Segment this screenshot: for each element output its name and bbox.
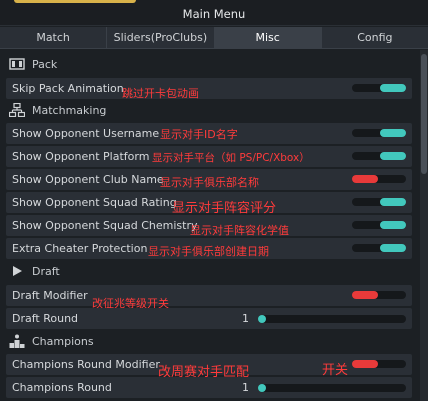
annotation-note: 显示对手阵容化学值 <box>190 224 289 237</box>
toggle-switch[interactable] <box>352 84 406 92</box>
toggle-knob <box>352 291 378 299</box>
toggle-switch[interactable] <box>352 360 406 368</box>
toggle-switch[interactable] <box>352 198 406 206</box>
row-skip-pack-animation[interactable]: Skip Pack Animation <box>6 78 412 99</box>
title-accent <box>14 0 136 3</box>
toggle-knob <box>380 129 406 137</box>
row-label: Champions Round <box>12 381 112 394</box>
toggle-knob <box>380 84 406 92</box>
row-label: Champions Round Modifier <box>12 358 160 371</box>
title-bar: Main Menu <box>0 0 428 26</box>
toggle-knob <box>352 175 378 183</box>
settings-panel: Pack Skip Pack Animation 跳过开卡包动画 Matchma… <box>0 50 420 401</box>
toggle-knob <box>380 221 406 229</box>
toggle-knob <box>380 152 406 160</box>
scrollbar[interactable] <box>420 50 428 401</box>
annotation-note: 显示对手平台（如 PS/PC/Xbox） <box>152 152 310 164</box>
tab-config[interactable]: Config <box>322 27 428 48</box>
annotation-note: 显示对手ID名字 <box>160 128 238 141</box>
row-draft-modifier[interactable]: Draft Modifier <box>6 285 412 306</box>
network-icon <box>8 103 26 117</box>
tab-match[interactable]: Match <box>0 27 108 48</box>
row-champions-round[interactable]: Champions Round 1 <box>6 377 412 398</box>
section-title: Draft <box>32 264 60 278</box>
champions-round-slider[interactable] <box>258 384 406 392</box>
slider-value: 1 <box>242 312 249 325</box>
section-title: Champions <box>32 334 94 348</box>
window-title: Main Menu <box>182 7 246 21</box>
toggle-knob <box>380 244 406 252</box>
scrollbar-thumb[interactable] <box>421 54 427 174</box>
toggle-knob <box>380 198 406 206</box>
section-pack: Pack <box>8 53 418 75</box>
tab-misc[interactable]: Misc <box>214 27 322 48</box>
slider-value: 1 <box>242 381 249 394</box>
slider-handle[interactable] <box>258 384 266 392</box>
tab-sliders[interactable]: Sliders(ProClubs) <box>107 27 215 48</box>
row-label: Skip Pack Animation <box>12 82 124 95</box>
annotation-note: 显示对手阵容评分 <box>172 201 277 216</box>
row-label: Draft Round <box>12 312 79 325</box>
toggle-switch[interactable] <box>352 221 406 229</box>
draft-round-slider[interactable] <box>258 315 406 323</box>
section-title: Matchmaking <box>32 103 107 117</box>
toggle-switch[interactable] <box>352 291 406 299</box>
section-champions: Champions <box>8 330 418 352</box>
play-icon <box>8 264 26 278</box>
row-label: Draft Modifier <box>12 289 88 302</box>
row-label: Show Opponent Username <box>12 127 160 140</box>
toggle-switch[interactable] <box>352 129 406 137</box>
section-title: Pack <box>32 57 58 71</box>
row-label: Show Opponent Squad Chemistry <box>12 219 198 232</box>
toggle-switch[interactable] <box>352 175 406 183</box>
annotation-note-switch: 开关 <box>322 363 349 378</box>
section-matchmaking: Matchmaking <box>8 99 418 121</box>
slider-handle[interactable] <box>258 315 266 323</box>
toggle-switch[interactable] <box>352 152 406 160</box>
row-label: Extra Cheater Protection <box>12 242 148 255</box>
row-label: Show Opponent Squad Rating <box>12 196 177 209</box>
annotation-note: 显示对手俱乐部名称 <box>160 176 259 189</box>
podium-icon <box>8 334 26 348</box>
toggle-knob <box>352 360 378 368</box>
tab-bar: Match Sliders(ProClubs) Misc Config <box>0 27 428 49</box>
annotation-note: 显示对手俱乐部创建日期 <box>148 245 269 258</box>
row-draft-round[interactable]: Draft Round 1 <box>6 308 412 329</box>
toggle-switch[interactable] <box>352 244 406 252</box>
pack-icon <box>8 57 26 71</box>
row-label: Show Opponent Platform <box>12 150 150 163</box>
row-label: Show Opponent Club Name <box>12 173 164 186</box>
section-draft: Draft <box>8 260 418 282</box>
